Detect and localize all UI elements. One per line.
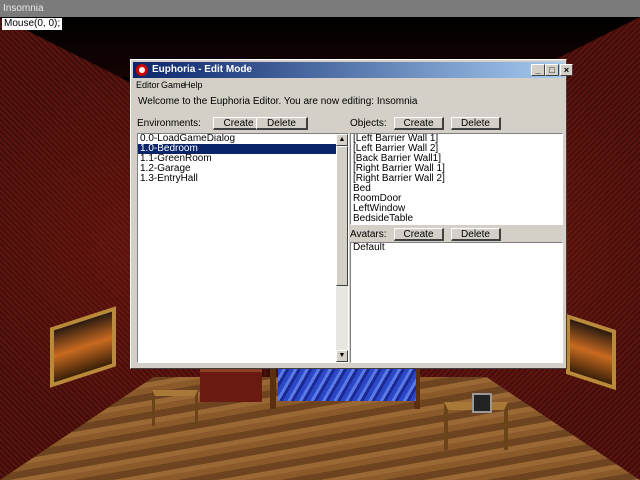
maximize-button[interactable]: □ — [545, 64, 559, 76]
environment-delete-button[interactable]: Delete — [256, 117, 308, 130]
bed — [278, 369, 416, 401]
scroll-down-arrow-icon[interactable]: ▼ — [336, 350, 348, 362]
avatars-list[interactable]: Default — [350, 242, 563, 363]
menu-editor[interactable]: Editor — [136, 79, 160, 92]
menu-help[interactable]: Help — [184, 79, 203, 92]
welcome-message: Welcome to the Euphoria Editor. You are … — [138, 96, 418, 107]
maximize-icon: □ — [549, 65, 555, 75]
scroll-up-arrow-icon[interactable]: ▲ — [336, 134, 348, 146]
fireplace — [200, 369, 262, 402]
menu-game[interactable]: Game — [161, 79, 186, 92]
window-title-bar[interactable]: Insomnia — [0, 0, 640, 17]
avatar-create-button[interactable]: Create — [394, 228, 444, 241]
objects-list[interactable]: [Left Barrier Wall 1] [Left Barrier Wall… — [350, 133, 563, 225]
menu-bar: Editor Game Help — [133, 79, 564, 92]
list-item[interactable]: 1.3-EntryHall — [138, 174, 348, 184]
scrollbar-thumb[interactable] — [336, 146, 348, 286]
environments-scrollbar[interactable]: ▲ ▼ — [336, 134, 348, 362]
window-title: Insomnia — [3, 3, 44, 14]
list-item[interactable]: BedsideTable — [351, 214, 562, 224]
close-button[interactable]: × — [560, 64, 573, 76]
euphoria-app-icon — [136, 64, 148, 76]
object-create-button[interactable]: Create — [394, 117, 444, 130]
minimize-icon: _ — [535, 65, 541, 75]
avatars-label: Avatars: — [350, 229, 387, 240]
objects-label: Objects: — [350, 118, 387, 129]
dialog-title: Euphoria - Edit Mode — [152, 64, 252, 75]
left-side-table — [152, 390, 198, 426]
mouse-coordinate-readout: Mouse(0, 0); — [2, 18, 63, 30]
environments-list[interactable]: 0.0-LoadGameDialog 1.0-Bedroom 1.1-Green… — [137, 133, 349, 363]
object-delete-button[interactable]: Delete — [451, 117, 501, 130]
list-item[interactable]: [Right Barrier Wall 2] — [351, 174, 562, 184]
dialog-title-bar[interactable]: Euphoria - Edit Mode _ □ × — [133, 62, 573, 78]
minimize-button[interactable]: _ — [531, 64, 545, 76]
editor-dialog[interactable]: Euphoria - Edit Mode _ □ × Editor Game H… — [130, 59, 573, 369]
avatar-delete-button[interactable]: Delete — [451, 228, 501, 241]
picture-frame — [472, 393, 492, 413]
environments-label: Environments: — [137, 118, 201, 129]
list-item[interactable]: Default — [351, 243, 562, 253]
close-icon: × — [563, 65, 570, 75]
